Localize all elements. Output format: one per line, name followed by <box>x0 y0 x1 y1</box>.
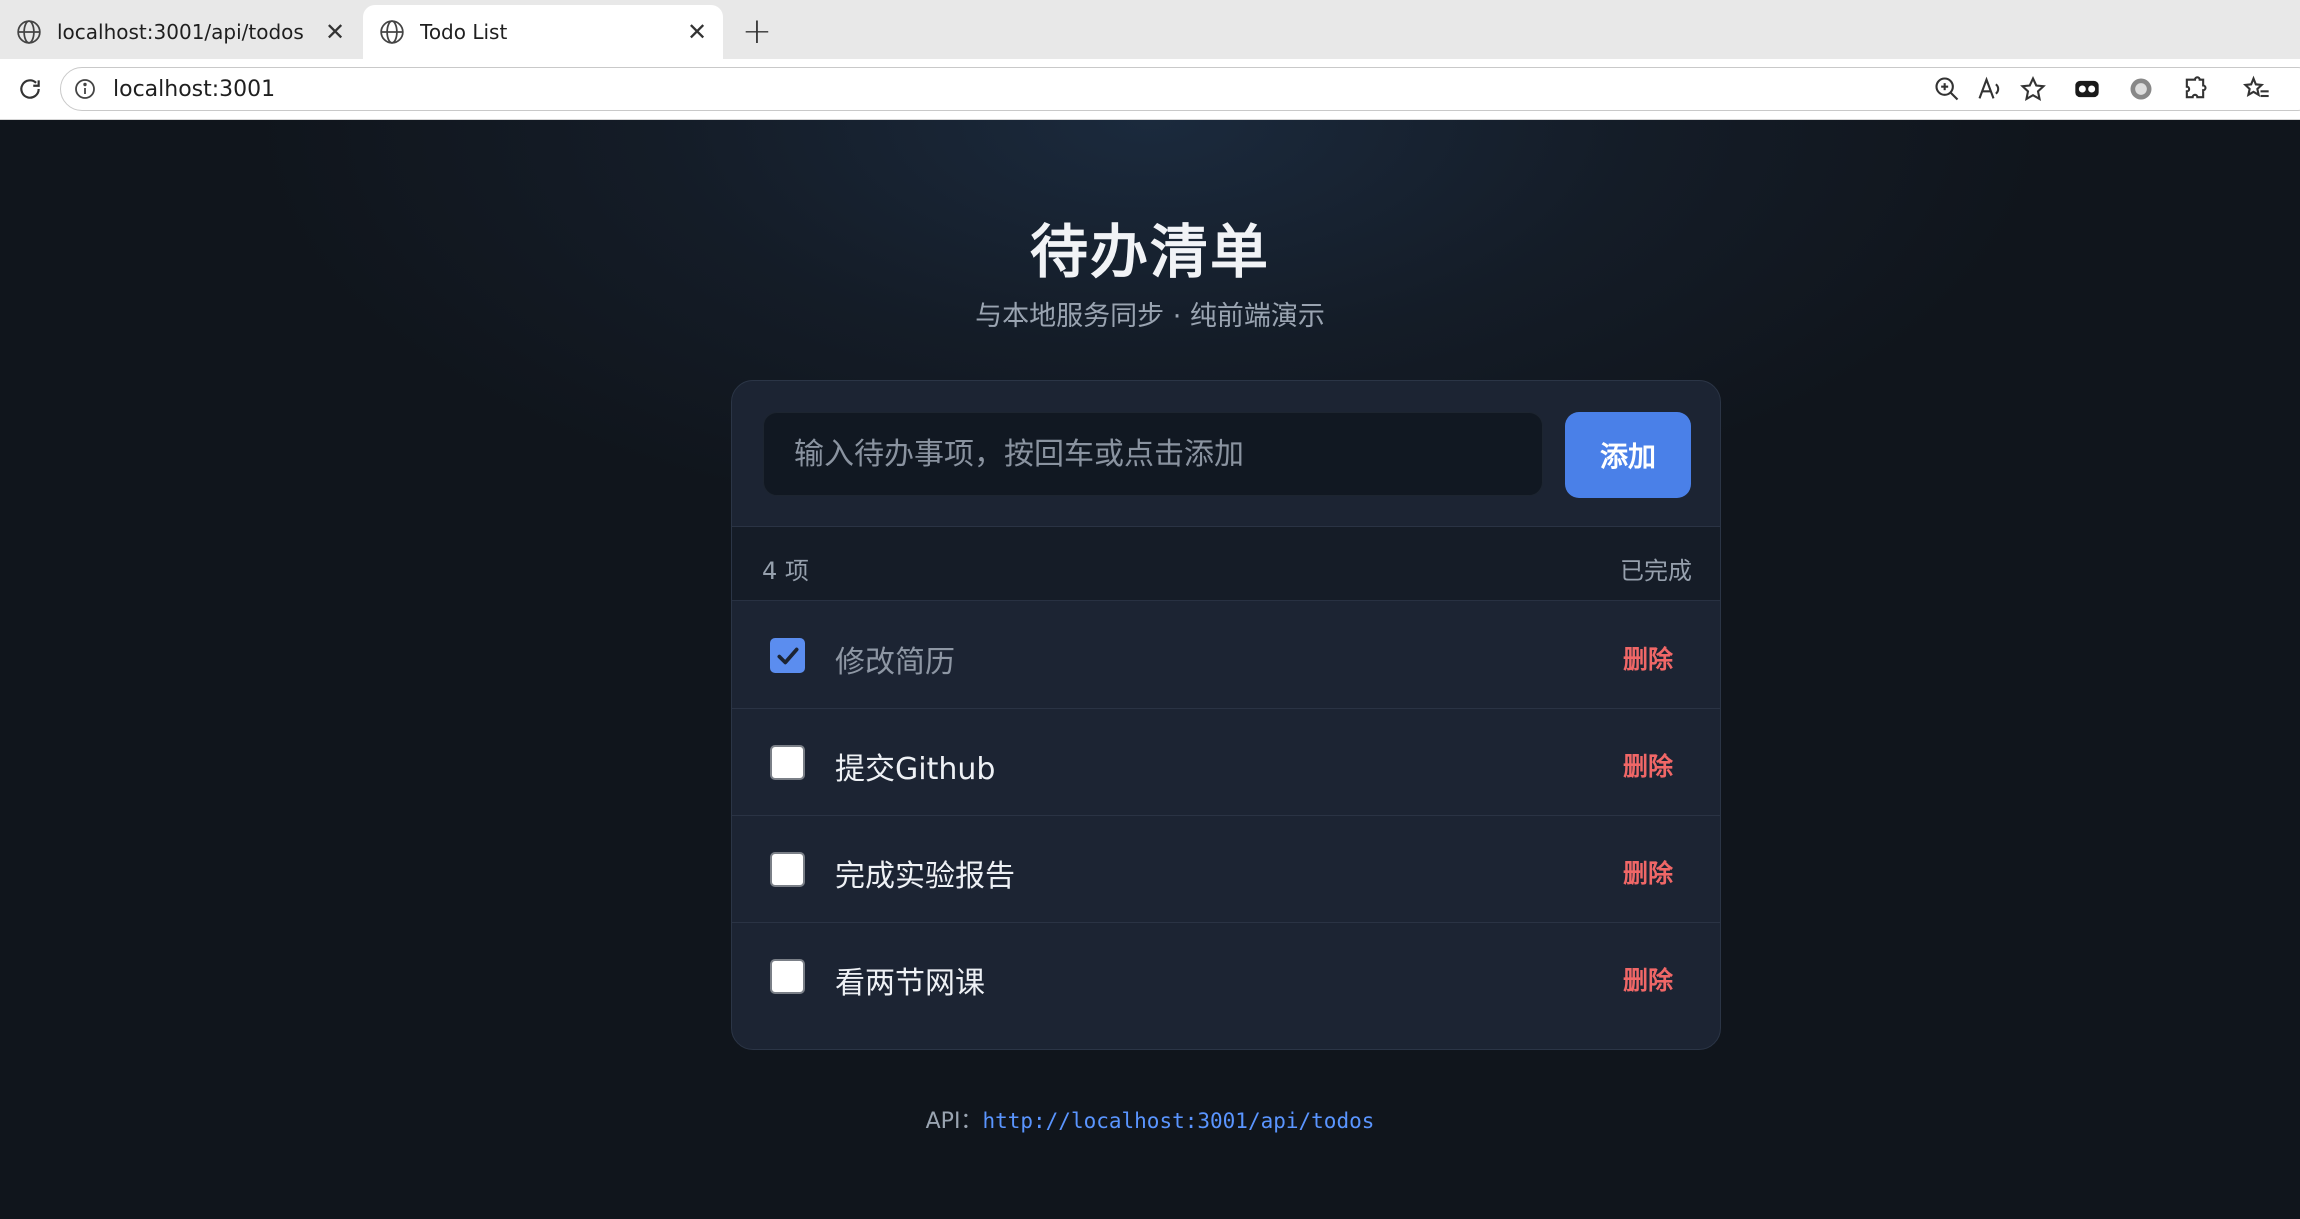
site-info-icon[interactable] <box>73 77 97 101</box>
delete-button[interactable]: 删除 <box>1623 961 1673 997</box>
tab-todo-list[interactable]: Todo List ✕ <box>363 5 723 59</box>
page-title: 待办清单 <box>1029 218 1270 286</box>
todo-checkbox[interactable] <box>770 638 805 673</box>
close-tab-icon[interactable]: ✕ <box>315 12 355 52</box>
todo-text: 完成实验报告 <box>835 859 1015 894</box>
favorites-list-icon[interactable] <box>2240 72 2274 106</box>
todo-checkbox[interactable] <box>770 959 805 994</box>
todo-item: 看两节网课 删除 <box>732 923 1720 1030</box>
extension-glasses-icon[interactable] <box>2070 72 2104 106</box>
input-row: 添加 <box>732 381 1720 527</box>
todo-text: 修改简历 <box>835 645 955 680</box>
tab-title: Todo List <box>420 20 508 44</box>
api-label: API： <box>925 1109 983 1134</box>
todo-item: 修改简历 删除 <box>732 602 1720 709</box>
todo-count: 4 项 <box>762 557 809 585</box>
zoom-icon[interactable] <box>1930 72 1964 106</box>
todo-text: 提交Github <box>835 752 996 787</box>
address-url: localhost:3001 <box>113 76 276 102</box>
api-footer: API：http://localhost:3001/api/todos <box>0 1103 2300 1135</box>
delete-button[interactable]: 删除 <box>1623 854 1673 890</box>
globe-icon <box>17 20 41 44</box>
reload-icon[interactable] <box>12 71 48 107</box>
address-bar[interactable]: localhost:3001 <box>60 67 2300 111</box>
todo-text: 看两节网课 <box>835 966 985 1001</box>
globe-icon <box>380 20 404 44</box>
checkmark-icon <box>777 647 799 665</box>
extensions-puzzle-icon[interactable] <box>2178 72 2212 106</box>
todo-checkbox[interactable] <box>770 745 805 780</box>
extension-circle-icon[interactable] <box>2124 72 2158 106</box>
todo-card: 添加 4 项 已完成 修改简历 删除 提交Github 删除 完成实验报告 删除… <box>731 380 1721 1050</box>
new-tab-icon[interactable]: + <box>737 11 777 52</box>
todo-checkbox[interactable] <box>770 852 805 887</box>
tab-title: localhost:3001/api/todos <box>57 20 304 44</box>
completed-filter[interactable]: 已完成 <box>1620 551 1692 586</box>
stats-row: 4 项 已完成 <box>732 527 1720 601</box>
tab-api-todos[interactable]: localhost:3001/api/todos ✕ <box>0 5 361 59</box>
todo-input[interactable] <box>763 412 1543 496</box>
page-content: 待办清单 与本地服务同步 · 纯前端演示 添加 4 项 已完成 修改简历 删除 … <box>0 120 2300 1219</box>
todo-item: 完成实验报告 删除 <box>732 816 1720 923</box>
read-aloud-icon[interactable] <box>1973 72 2007 106</box>
page-subtitle: 与本地服务同步 · 纯前端演示 <box>975 301 1325 332</box>
add-button[interactable]: 添加 <box>1565 412 1691 498</box>
favorite-star-icon[interactable] <box>2016 72 2050 106</box>
browser-tab-bar: localhost:3001/api/todos ✕ Todo List ✕ + <box>0 0 2300 59</box>
api-url-link[interactable]: http://localhost:3001/api/todos <box>982 1109 1374 1133</box>
delete-button[interactable]: 删除 <box>1623 747 1673 783</box>
delete-button[interactable]: 删除 <box>1623 640 1673 676</box>
todo-item: 提交Github 删除 <box>732 709 1720 816</box>
close-tab-icon[interactable]: ✕ <box>677 12 717 52</box>
